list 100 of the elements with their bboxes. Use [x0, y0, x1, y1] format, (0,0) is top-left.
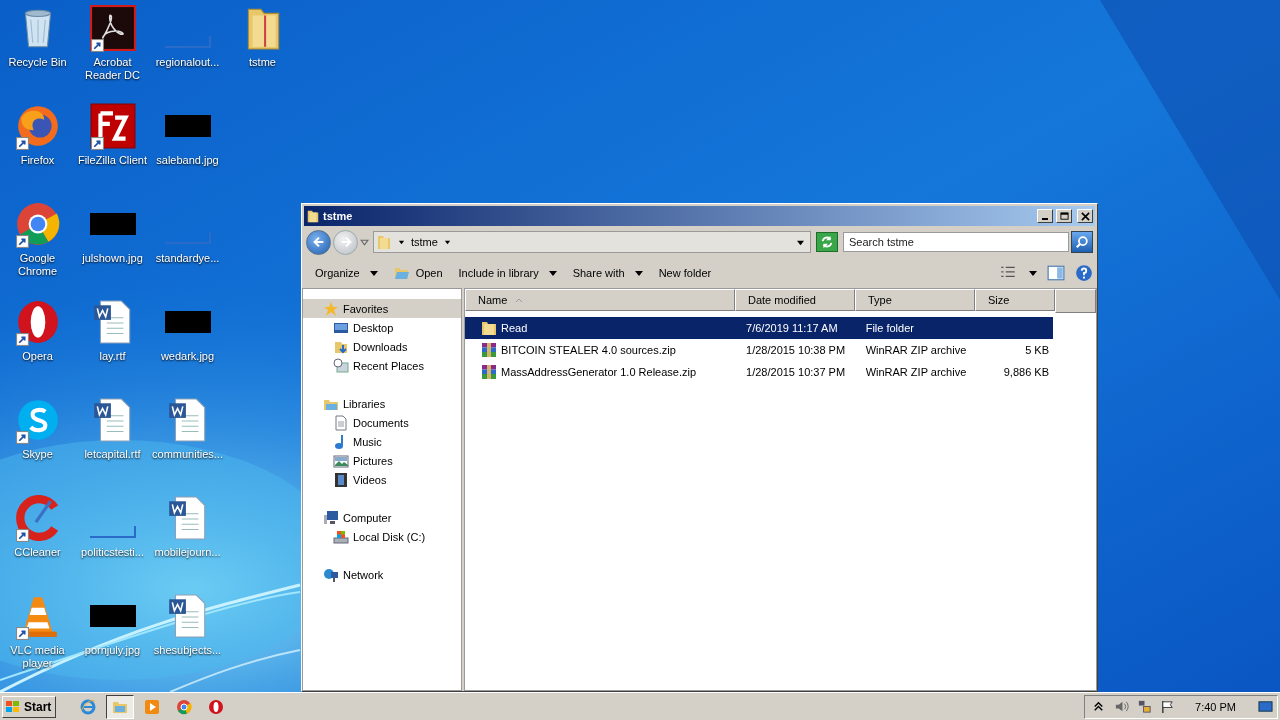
close-button[interactable] — [1077, 209, 1093, 223]
help-icon[interactable] — [1075, 264, 1093, 282]
nav-item[interactable]: Downloads — [303, 337, 461, 356]
documents-icon — [333, 414, 349, 431]
icon-tile[interactable]: tstme — [225, 4, 300, 69]
network-icon[interactable] — [1137, 699, 1153, 714]
folder-icon — [393, 265, 410, 281]
folder-icon — [481, 320, 497, 336]
address-bar[interactable]: tstme — [373, 231, 811, 253]
search-icon — [1075, 235, 1089, 249]
caret-icon — [634, 269, 643, 277]
disk-icon — [333, 528, 349, 545]
icon-tile[interactable]: lay.rtf — [75, 298, 150, 363]
nav-item[interactable]: Documents — [303, 413, 461, 432]
icon-tile[interactable]: julshown.jpg — [75, 200, 150, 265]
computer-icon — [323, 509, 339, 526]
icon-tile[interactable]: Recycle Bin — [0, 4, 75, 69]
back-button[interactable] — [306, 229, 331, 255]
maximize-icon — [1059, 211, 1069, 221]
table-cell-text: WinRAR ZIP archive — [864, 366, 968, 378]
preview-pane-icon[interactable] — [1047, 264, 1065, 282]
table-cell-text: 1/28/2015 10:38 PM — [745, 344, 847, 356]
icon-tile[interactable]: Firefox — [0, 102, 75, 167]
caret-icon[interactable] — [1029, 269, 1037, 277]
flag-icon[interactable] — [1160, 699, 1176, 714]
image-thumbnail-icon — [89, 526, 136, 538]
back-arrow-icon — [311, 235, 326, 249]
icon-tile[interactable]: Acrobat Reader DC — [75, 4, 150, 82]
media-player-icon — [144, 698, 161, 715]
nav-item[interactable]: Pictures — [303, 451, 461, 470]
caret-icon[interactable] — [398, 238, 405, 246]
minimize-button[interactable] — [1037, 209, 1053, 223]
folder-icon — [306, 209, 320, 223]
window-title: tstme — [323, 210, 353, 222]
videos-icon — [333, 471, 349, 488]
windows-logo-icon — [5, 698, 21, 715]
table-cell-text: WinRAR ZIP archive — [864, 344, 968, 356]
nav-item[interactable]: Videos — [303, 470, 461, 489]
speaker-icon[interactable] — [1114, 699, 1130, 714]
menu-button[interactable]: Include in library — [451, 264, 564, 282]
browser-icon — [14, 201, 61, 247]
start-button[interactable]: Start — [2, 695, 57, 718]
table-cell-text: 7/6/2019 11:17 AM — [745, 322, 839, 334]
breadcrumb-item[interactable]: tstme — [411, 236, 438, 248]
nav-item[interactable]: Music — [303, 432, 461, 451]
nav-item[interactable]: Computer — [303, 508, 461, 527]
image-thumbnail-icon — [164, 36, 211, 48]
file-row[interactable]: Read 7/6/2019 11:17 AM File folder — [465, 317, 1053, 339]
toolbar-button[interactable]: New folder — [651, 264, 719, 282]
ftp-app-icon — [89, 103, 136, 149]
menu-button[interactable]: Organize — [308, 264, 385, 282]
file-row[interactable]: BITCOIN STEALER 4.0 sources.zip 1/28/2015 10:38 PM WinRAR ZIP archive 5 KB — [465, 339, 1053, 361]
close-icon — [1080, 211, 1090, 221]
search-field[interactable]: Search tstme — [843, 232, 1069, 252]
taskbar-button[interactable] — [106, 694, 135, 719]
dropdown-icon[interactable] — [797, 238, 804, 246]
menu-button[interactable]: Share with — [565, 264, 650, 282]
column-header[interactable]: Size — [975, 289, 1055, 311]
nav-item[interactable]: Recent Places — [303, 356, 461, 375]
file-name: BITCOIN STEALER 4.0 sources.zip — [501, 344, 676, 356]
image-thumbnail-icon — [164, 115, 211, 137]
network-icon — [323, 566, 339, 583]
caret-icon — [548, 269, 557, 277]
image-thumbnail-icon — [164, 311, 211, 333]
refresh-button[interactable] — [816, 232, 838, 252]
icon-tile[interactable]: Opera — [0, 298, 75, 363]
nav-item[interactable]: Network — [303, 565, 461, 584]
icon-tile[interactable]: standardye... — [150, 200, 225, 265]
table-cell-text: 1/28/2015 10:37 PM — [745, 366, 847, 378]
clock[interactable]: 7:40 PM — [1183, 700, 1250, 713]
column-header[interactable]: Date modified — [735, 289, 855, 311]
nav-item[interactable]: Local Disk (C:) — [303, 527, 461, 546]
icon-tile[interactable]: saleband.jpg — [150, 102, 225, 167]
show-desktop-icon[interactable] — [1258, 699, 1273, 714]
icon-tile[interactable]: wedark.jpg — [150, 298, 225, 363]
image-thumbnail-icon — [89, 605, 136, 627]
nav-item[interactable]: Desktop — [303, 318, 461, 337]
icon-tile[interactable]: regionalout... — [150, 4, 225, 69]
icon-tile[interactable]: FileZilla Client — [75, 102, 150, 167]
star-icon — [323, 300, 339, 317]
nav-item[interactable]: Libraries — [303, 394, 461, 413]
column-header[interactable]: Name — [465, 289, 735, 311]
image-thumbnail-icon — [164, 232, 211, 244]
browser-icon — [176, 698, 193, 715]
search-button[interactable] — [1071, 231, 1093, 253]
nav-item[interactable]: Favorites — [303, 299, 461, 318]
file-name: Read — [501, 322, 528, 334]
archive-icon — [481, 342, 497, 358]
pictures-icon — [333, 452, 349, 469]
folder-icon — [376, 234, 392, 250]
recent-icon — [333, 357, 349, 374]
maximize-button[interactable] — [1056, 209, 1072, 223]
table-cell-text: 5 KB — [1024, 344, 1050, 356]
caret-icon — [369, 269, 378, 277]
minimize-icon — [1042, 218, 1048, 220]
icon-tile[interactable]: Google Chrome — [0, 200, 75, 278]
open-button[interactable]: Open — [386, 262, 450, 284]
caret-icon[interactable] — [443, 238, 451, 246]
file-row[interactable]: MassAddressGenerator 1.0 Release.zip 1/28/2015 10:37 PM WinRAR ZIP archive 9,886 KB — [465, 361, 1053, 383]
column-header[interactable]: Type — [855, 289, 975, 311]
